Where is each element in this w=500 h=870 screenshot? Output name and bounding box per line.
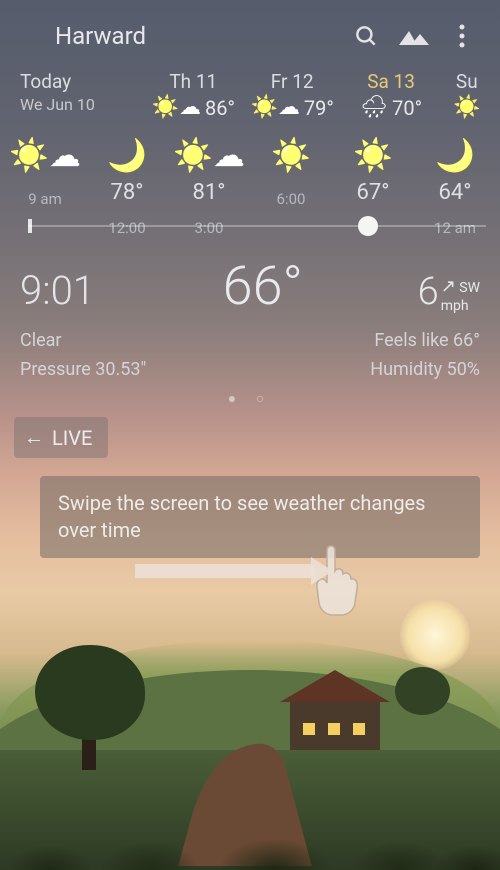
sun-cloud-icon: ☀️☁ [168,134,250,176]
day-today[interactable]: Today We Jun 10 [8,64,143,126]
moon-icon: 🌙 [414,134,496,176]
rain-icon: 🌧 [360,95,388,120]
day-label: Sa 13 [345,70,438,93]
current-conditions: 9:01 66° 6 ↗ SW mph [0,237,500,326]
hour-col[interactable]: 🌙 64° 12 am [414,134,496,237]
wind-unit: mph [441,298,469,315]
back-arrow-icon: ← [24,425,44,450]
hour-time: 12 am [414,219,496,237]
sun-graphic [400,600,470,670]
hour-col[interactable]: 🌙 78° 12:00 [86,134,168,237]
hour-col[interactable]: ☀️ 6:00 [250,134,332,237]
day-fr[interactable]: Fr 12 ☀️☁79° [244,64,341,126]
sun-cloud-icon: ☀️☁ [4,134,86,176]
day-label: Today [20,70,141,93]
live-button[interactable]: ← LIVE [14,417,108,458]
location-name[interactable]: Harward [20,22,336,50]
day-th[interactable]: Th 11 ☀️☁86° [145,64,242,126]
day-label: Th 11 [147,70,240,93]
more-icon[interactable] [444,18,480,54]
hour-col[interactable]: ☀️☁ 81° 3:00 [168,134,250,237]
details-row-1: Clear Feels like 66° [0,326,500,355]
wind-dir: SW [459,280,480,296]
day-temp: 86° [205,96,235,120]
hour-time: 3:00 [168,219,250,237]
landscape-icon[interactable] [396,18,432,54]
days-forecast-row[interactable]: Today We Jun 10 Th 11 ☀️☁86° Fr 12 ☀️☁79… [0,64,500,126]
humidity-text: Humidity 50% [370,359,480,380]
wind-speed: 6 [418,270,439,314]
hour-temp: 78° [86,180,168,205]
hour-temp: 64° [414,180,496,205]
wind-arrow-icon: ↗ [441,276,456,297]
sun-icon: ☀️ [453,95,480,120]
slider-thumb[interactable] [358,216,378,236]
sun-icon: ☀️ [250,134,332,176]
sun-cloud-icon: ☀️☁ [152,95,201,120]
header: Harward [0,0,500,64]
live-label: LIVE [52,426,92,450]
details-row-2: Pressure 30.53" Humidity 50% [0,355,500,384]
current-wind: 6 ↗ SW mph [352,270,480,314]
hour-temp: 67° [332,180,414,205]
day-su[interactable]: Su ☀️ [442,64,492,126]
day-sa[interactable]: Sa 13 🌧70° [343,64,440,126]
current-time: 9:01 [20,267,173,314]
time-slider[interactable] [28,225,486,227]
sun-icon: ☀️ [332,134,414,176]
hour-time: 6:00 [250,190,332,208]
pressure-text: Pressure 30.53" [20,359,370,380]
condition-text: Clear [20,330,374,351]
search-icon[interactable] [348,18,384,54]
hour-col[interactable]: ☀️☁ 9 am [4,134,86,237]
day-temp: 70° [392,96,422,120]
hour-temp: 81° [168,180,250,205]
day-label: Su [444,70,490,93]
feels-like: Feels like 66° [374,330,480,351]
swipe-tip: Swipe the screen to see weather changes … [40,476,480,558]
current-temp: 66° [173,255,352,318]
hour-time: 9 am [4,190,86,208]
page-dots[interactable]: ● ○ [0,384,500,417]
hour-time: 12:00 [86,219,168,237]
hours-forecast-row[interactable]: ☀️☁ 9 am 🌙 78° 12:00 ☀️☁ 81° 3:00 ☀️ 6:0… [0,126,500,237]
moon-icon: 🌙 [86,134,168,176]
swipe-arrow-graphic [135,523,367,618]
sun-cloud-icon: ☀️☁ [251,95,300,120]
day-date: We Jun 10 [20,95,141,114]
day-label: Fr 12 [246,70,339,93]
day-temp: 79° [304,96,334,120]
